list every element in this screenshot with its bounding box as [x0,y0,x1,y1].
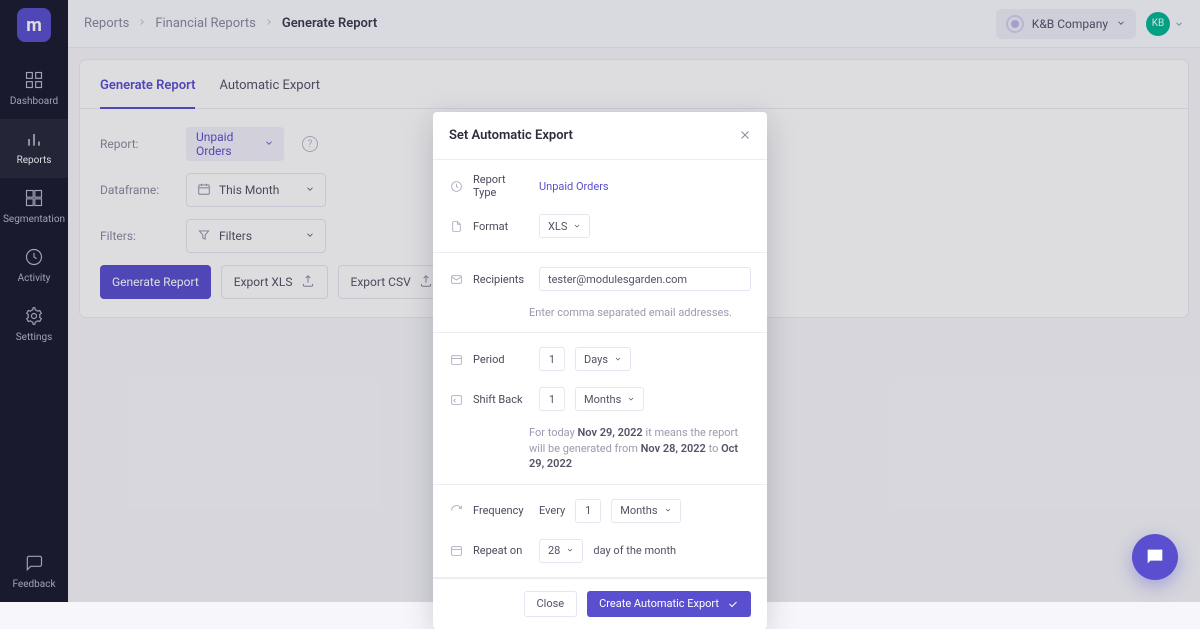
chat-fab[interactable] [1132,534,1178,580]
refresh-icon [449,504,463,517]
frequency-unit-select[interactable]: Months [611,499,680,523]
recipients-hint: Enter comma separated email addresses. [449,305,751,320]
chevron-down-icon [566,544,574,557]
file-icon [449,220,463,233]
frequency-every: Every [539,504,565,517]
format-value: XLS [548,220,567,233]
frequency-value[interactable] [575,499,601,523]
chat-icon [1144,546,1166,568]
close-icon[interactable] [739,126,751,145]
repeat-label: Repeat on [473,544,529,557]
shift-label: Shift Back [473,393,529,406]
period-value[interactable] [539,347,565,371]
period-unit: Days [584,353,608,366]
shift-value[interactable] [539,387,565,411]
check-icon [727,598,739,610]
period-label: Period [473,353,529,366]
automatic-export-modal: Set Automatic Export Report Type Unpaid … [433,112,767,629]
report-type-value[interactable]: Unpaid Orders [539,180,609,193]
chevron-down-icon [627,393,635,406]
shift-unit-select[interactable]: Months [575,387,644,411]
format-label: Format [473,220,529,233]
shift-unit: Months [584,393,621,406]
report-type-label: Report Type [473,173,529,199]
chevron-down-icon [664,504,672,517]
frequency-unit: Months [620,504,657,517]
calendar-icon [449,353,463,366]
period-unit-select[interactable]: Days [575,347,631,371]
create-export-label: Create Automatic Export [599,597,719,610]
shift-icon [449,393,463,406]
modal-close-button[interactable]: Close [524,591,578,617]
chevron-down-icon [614,353,622,366]
frequency-label: Frequency [473,504,529,517]
repeat-value: 28 [548,544,560,557]
repeat-suffix: day of the month [593,544,676,557]
format-select[interactable]: XLS [539,214,590,238]
recipients-input[interactable] [539,267,751,291]
range-hint: For today Nov 29, 2022 it means the repo… [449,425,751,471]
calendar-icon [449,544,463,557]
create-export-button[interactable]: Create Automatic Export [587,591,751,617]
chevron-down-icon [573,220,581,233]
repeat-day-select[interactable]: 28 [539,539,583,563]
recipients-label: Recipients [473,273,529,286]
clock-icon [449,180,463,193]
mail-icon [449,273,463,286]
modal-title: Set Automatic Export [449,128,573,143]
